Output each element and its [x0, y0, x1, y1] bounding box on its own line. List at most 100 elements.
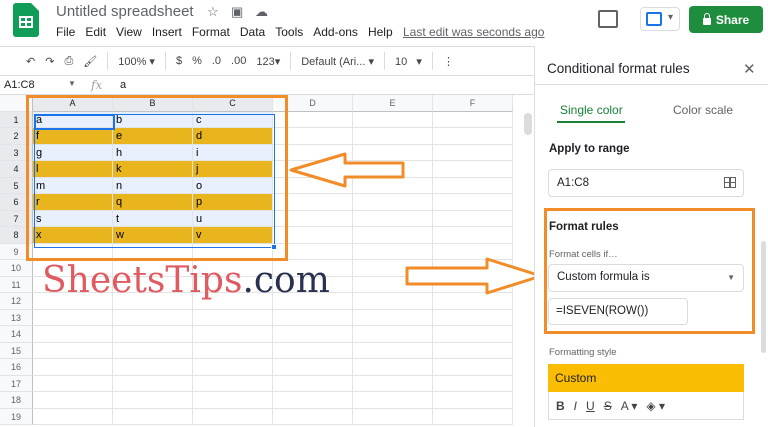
menu-file[interactable]: File — [56, 25, 75, 39]
select-range-icon[interactable] — [724, 177, 736, 188]
cloud-status-icon[interactable]: ☁ — [255, 4, 268, 20]
column-header-f[interactable]: F — [433, 95, 513, 112]
grid-cell[interactable] — [273, 342, 353, 359]
tab-color-scale[interactable]: Color scale — [673, 103, 733, 117]
grid-cell[interactable] — [433, 342, 513, 359]
grid-cell[interactable] — [433, 227, 513, 244]
grid-cell[interactable] — [353, 111, 433, 128]
row-header[interactable]: 10 — [0, 260, 33, 277]
row-header[interactable]: 19 — [0, 408, 33, 425]
grid-cell[interactable] — [353, 210, 433, 227]
row-header[interactable]: 14 — [0, 326, 33, 343]
present-button[interactable]: ▾ — [640, 7, 680, 31]
close-icon[interactable]: ✕ — [743, 60, 756, 78]
grid-cell[interactable] — [433, 128, 513, 145]
last-edit-link[interactable]: Last edit was seconds ago — [403, 25, 544, 39]
grid-cell[interactable] — [193, 392, 273, 409]
grid-cell[interactable] — [353, 194, 433, 211]
grid-cell[interactable] — [273, 408, 353, 425]
comment-history-icon[interactable] — [598, 10, 618, 28]
grid-cell[interactable] — [433, 111, 513, 128]
formula-input[interactable]: a — [120, 79, 126, 91]
move-folder-icon[interactable]: ▣ — [231, 4, 243, 20]
grid-cell[interactable] — [353, 128, 433, 145]
grid-cell[interactable] — [353, 408, 433, 425]
zoom-select[interactable]: 100% ▾ — [118, 55, 155, 68]
range-input[interactable]: A1:C8 — [548, 169, 744, 197]
document-title[interactable]: Untitled spreadsheet — [56, 3, 194, 20]
row-header[interactable]: 18 — [0, 392, 33, 409]
condition-select[interactable]: Custom formula is ▼ — [548, 264, 744, 292]
style-preview-select[interactable]: Custom — [548, 364, 744, 392]
row-header[interactable]: 13 — [0, 309, 33, 326]
grid-cell[interactable] — [433, 177, 513, 194]
strikethrough-icon[interactable]: S — [604, 399, 612, 413]
grid-cell[interactable] — [193, 375, 273, 392]
grid-cell[interactable] — [433, 408, 513, 425]
grid-cell[interactable] — [433, 359, 513, 376]
menu-insert[interactable]: Insert — [152, 25, 182, 39]
grid-cell[interactable] — [113, 359, 193, 376]
row-header[interactable]: 11 — [0, 276, 33, 293]
grid-cell[interactable] — [273, 326, 353, 343]
grid-cell[interactable] — [353, 326, 433, 343]
grid-cell[interactable] — [353, 375, 433, 392]
font-select[interactable]: Default (Ari... ▾ — [301, 55, 374, 68]
share-button[interactable]: Share — [689, 6, 763, 33]
grid-cell[interactable] — [353, 359, 433, 376]
grid-cell[interactable] — [273, 392, 353, 409]
percent-format-button[interactable]: % — [192, 55, 202, 67]
grid-cell[interactable] — [433, 392, 513, 409]
text-color-icon[interactable]: A ▾ — [621, 399, 638, 413]
grid-cell[interactable] — [113, 408, 193, 425]
grid-cell[interactable] — [433, 375, 513, 392]
panel-scrollbar[interactable] — [761, 241, 766, 353]
more-formats-select[interactable]: 123▾ — [256, 55, 280, 68]
grid-cell[interactable] — [193, 309, 273, 326]
grid-cell[interactable] — [273, 375, 353, 392]
menu-addons[interactable]: Add-ons — [313, 25, 358, 39]
currency-format-button[interactable]: $ — [176, 55, 182, 67]
grid-cell[interactable] — [273, 309, 353, 326]
grid-cell[interactable] — [353, 392, 433, 409]
grid-cell[interactable] — [33, 309, 113, 326]
grid-cell[interactable] — [433, 144, 513, 161]
grid-cell[interactable] — [353, 309, 433, 326]
sheets-logo-icon[interactable] — [13, 3, 39, 37]
underline-icon[interactable]: U — [586, 399, 595, 413]
grid-cell[interactable] — [433, 161, 513, 178]
grid-cell[interactable] — [113, 326, 193, 343]
grid-cell[interactable] — [33, 342, 113, 359]
grid-cell[interactable] — [113, 375, 193, 392]
grid-cell[interactable] — [33, 392, 113, 409]
paint-format-icon[interactable]: 🖌 — [83, 55, 97, 68]
menu-view[interactable]: View — [116, 25, 142, 39]
grid-cell[interactable] — [33, 408, 113, 425]
grid-cell[interactable] — [433, 326, 513, 343]
chevron-down-icon[interactable]: ▼ — [68, 79, 76, 88]
redo-icon[interactable]: ↷ — [45, 55, 54, 68]
star-icon[interactable]: ☆ — [207, 4, 219, 20]
font-size-select[interactable]: 10 ▾ — [395, 55, 422, 68]
menu-help[interactable]: Help — [368, 25, 393, 39]
menu-edit[interactable]: Edit — [85, 25, 106, 39]
grid-cell[interactable] — [193, 342, 273, 359]
undo-icon[interactable]: ↶ — [26, 55, 35, 68]
column-header-e[interactable]: E — [353, 95, 433, 112]
grid-cell[interactable] — [33, 375, 113, 392]
menu-tools[interactable]: Tools — [275, 25, 303, 39]
tab-single-color[interactable]: Single color — [560, 103, 623, 117]
grid-cell[interactable] — [193, 359, 273, 376]
italic-icon[interactable]: I — [574, 399, 577, 413]
grid-cell[interactable] — [113, 392, 193, 409]
grid-cell[interactable] — [353, 227, 433, 244]
row-header[interactable]: 16 — [0, 359, 33, 376]
grid-cell[interactable] — [273, 359, 353, 376]
decrease-decimal-button[interactable]: .0 — [212, 55, 221, 67]
menu-data[interactable]: Data — [240, 25, 265, 39]
grid-cell[interactable] — [33, 359, 113, 376]
menu-format[interactable]: Format — [192, 25, 230, 39]
fill-color-icon[interactable]: ◈ ▾ — [646, 399, 665, 413]
name-box[interactable]: A1:C8 — [4, 79, 35, 91]
grid-cell[interactable] — [433, 194, 513, 211]
